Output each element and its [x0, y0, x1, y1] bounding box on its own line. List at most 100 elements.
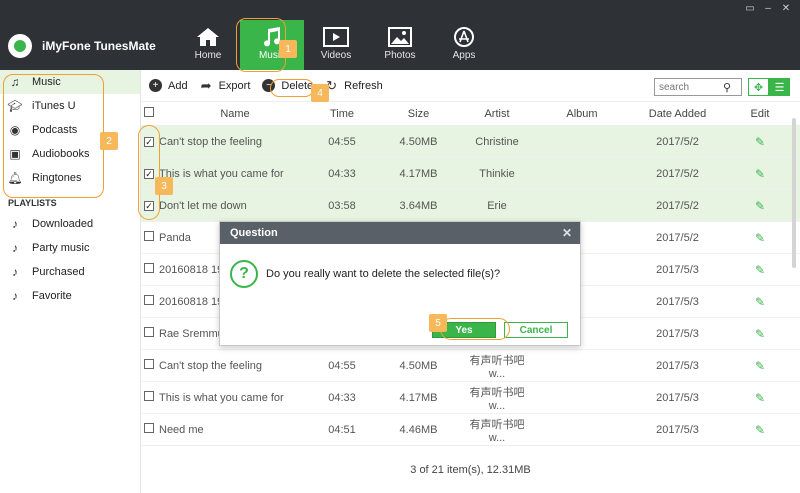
refresh-button[interactable]: ↻ Refresh — [325, 78, 382, 93]
table-row[interactable]: Need me 04:51 4.46MB 有声听书吧 w... 2017/5/3 ✎ — [141, 414, 800, 446]
cell-time: 04:33 — [328, 391, 356, 404]
nav-tab-label: Home — [194, 50, 222, 61]
pencil-icon[interactable]: ✎ — [755, 135, 765, 149]
table-row[interactable]: This is what you came for 04:33 4.17MB 有声听书… — [141, 382, 800, 414]
sidebar-item-itunes-u[interactable]: 🎓︎ iTunes U — [0, 94, 140, 118]
cell-date-added: 2017/5/2 — [656, 135, 699, 148]
playlist-item-favorite[interactable]: ♪ Favorite — [0, 284, 140, 308]
brand: iMyFone TunesMate — [8, 34, 156, 58]
pencil-icon[interactable]: ✎ — [755, 295, 765, 309]
search-icon[interactable]: ⚲ — [723, 81, 731, 94]
nav-tab-label: Photos — [384, 50, 416, 61]
column-header-size[interactable]: Size — [373, 108, 464, 120]
row-checkbox — [141, 359, 159, 372]
column-header-time[interactable]: Time — [311, 108, 373, 120]
edit-cell: ✎ — [721, 295, 799, 309]
row-checkbox[interactable] — [144, 263, 154, 273]
music-note-icon: ♪ — [12, 265, 18, 279]
export-label: Export — [218, 79, 251, 92]
row-checkbox[interactable] — [144, 359, 154, 369]
cell-size: 3.64MB — [399, 199, 438, 212]
table-row[interactable]: ✓ Don't let me down 03:58 3.64MB Erie 2017/5/… — [141, 190, 800, 222]
music-note-icon: ♫ — [10, 75, 20, 89]
playlist-item-downloaded[interactable]: ♪ Downloaded — [0, 212, 140, 236]
photo-icon — [388, 27, 412, 47]
nav-tab-home[interactable]: Home — [176, 20, 240, 70]
sidebar-item-label: Audiobooks — [32, 148, 90, 160]
dialog-buttons: Yes Cancel — [432, 322, 568, 338]
grid-view-icon[interactable]: ✥ — [748, 78, 769, 96]
row-checkbox[interactable] — [144, 423, 154, 433]
row-checkbox[interactable] — [144, 391, 154, 401]
pencil-icon[interactable]: ✎ — [755, 327, 765, 341]
sidebar-item-audiobooks[interactable]: ▣ Audiobooks — [0, 142, 140, 166]
column-header-album[interactable]: Album — [530, 108, 634, 120]
list-view-icon[interactable]: ☰ — [769, 78, 790, 96]
cell-date-added: 2017/5/2 — [656, 167, 699, 180]
cell-date-added: 2017/5/3 — [656, 391, 699, 404]
app-name: iMyFone TunesMate — [42, 39, 156, 53]
row-checkbox[interactable]: ✓ — [144, 201, 154, 211]
table-row[interactable]: ✓ This is what you came for 04:33 4.17MB Thi… — [141, 158, 800, 190]
sidebar-item-ringtones[interactable]: 🔔︎ Ringtones — [0, 166, 140, 190]
graduation-cap-icon: 🎓︎ — [7, 99, 23, 113]
podcast-icon: ◉ — [9, 123, 21, 137]
nav-tab-apps[interactable]: Apps — [432, 20, 496, 70]
main-nav: Home Music Videos Photos Apps — [176, 20, 496, 70]
restore-icon[interactable]: ▭ — [744, 3, 756, 14]
sidebar-item-label: Podcasts — [32, 124, 78, 136]
minimize-icon[interactable]: – — [762, 3, 774, 14]
item-count-status: 3 of 21 item(s), 12.31MB — [410, 463, 531, 476]
cell-name: Can't stop the feeling — [159, 359, 263, 372]
row-checkbox[interactable] — [144, 231, 154, 241]
row-checkbox — [141, 327, 159, 340]
row-checkbox[interactable]: ✓ — [144, 137, 154, 147]
column-header-name[interactable]: Name — [159, 108, 311, 120]
row-checkbox[interactable] — [144, 295, 154, 305]
pencil-icon[interactable]: ✎ — [755, 359, 765, 373]
playlist-item-party-music[interactable]: ♪ Party music — [0, 236, 140, 260]
cell-artist: Erie — [487, 199, 507, 212]
app-window: ▭ – ✕ iMyFone TunesMate Home Music Video… — [0, 0, 800, 493]
pencil-icon[interactable]: ✎ — [755, 199, 765, 213]
cell-size: 4.17MB — [399, 167, 438, 180]
cell-artist: Thinkie — [479, 167, 515, 180]
column-header-artist[interactable]: Artist — [464, 108, 530, 120]
pencil-icon[interactable]: ✎ — [755, 231, 765, 245]
delete-button[interactable]: − Delete — [262, 79, 313, 92]
playlist-item-purchased[interactable]: ♪ Purchased — [0, 260, 140, 284]
audiobook-icon: ▣ — [9, 147, 21, 161]
column-header-date-added[interactable]: Date Added — [634, 108, 721, 120]
close-icon[interactable]: ✕ — [562, 226, 572, 240]
row-checkbox[interactable] — [144, 327, 154, 337]
row-checkbox[interactable]: ✓ — [144, 169, 154, 179]
top-bar: ▭ – ✕ iMyFone TunesMate Home Music Video… — [0, 0, 800, 70]
row-checkbox — [141, 295, 159, 308]
cell-size: 4.46MB — [399, 423, 438, 436]
nav-tab-photos[interactable]: Photos — [368, 20, 432, 70]
nav-tab-videos[interactable]: Videos — [304, 20, 368, 70]
sidebar-item-music[interactable]: ♫ Music — [0, 70, 140, 94]
sidebar-item-podcasts[interactable]: ◉ Podcasts — [0, 118, 140, 142]
pencil-icon[interactable]: ✎ — [755, 167, 765, 181]
cancel-button[interactable]: Cancel — [504, 322, 568, 338]
table-row[interactable]: Can't stop the feeling 04:55 4.50MB 有声听书吧 w… — [141, 350, 800, 382]
close-icon[interactable]: ✕ — [780, 3, 792, 14]
cell-date-added: 2017/5/2 — [656, 199, 699, 212]
export-button[interactable]: ➦ Export — [200, 78, 251, 93]
plus-icon: + — [149, 79, 162, 92]
search-input[interactable] — [655, 79, 723, 95]
nav-tab-label: Videos — [320, 50, 352, 61]
edit-cell: ✎ — [721, 359, 799, 373]
pencil-icon[interactable]: ✎ — [755, 391, 765, 405]
cell-artist: 有声听书吧 w... — [469, 418, 525, 444]
cell-time: 04:55 — [328, 359, 356, 372]
pencil-icon[interactable]: ✎ — [755, 263, 765, 277]
scrollbar[interactable] — [792, 118, 796, 268]
add-button[interactable]: + Add — [149, 79, 188, 92]
apps-icon — [454, 27, 474, 47]
select-all-checkbox[interactable] — [144, 107, 154, 117]
pencil-icon[interactable]: ✎ — [755, 423, 765, 437]
table-row[interactable]: ✓ Can't stop the feeling 04:55 4.50MB Christ… — [141, 126, 800, 158]
row-checkbox — [141, 231, 159, 244]
